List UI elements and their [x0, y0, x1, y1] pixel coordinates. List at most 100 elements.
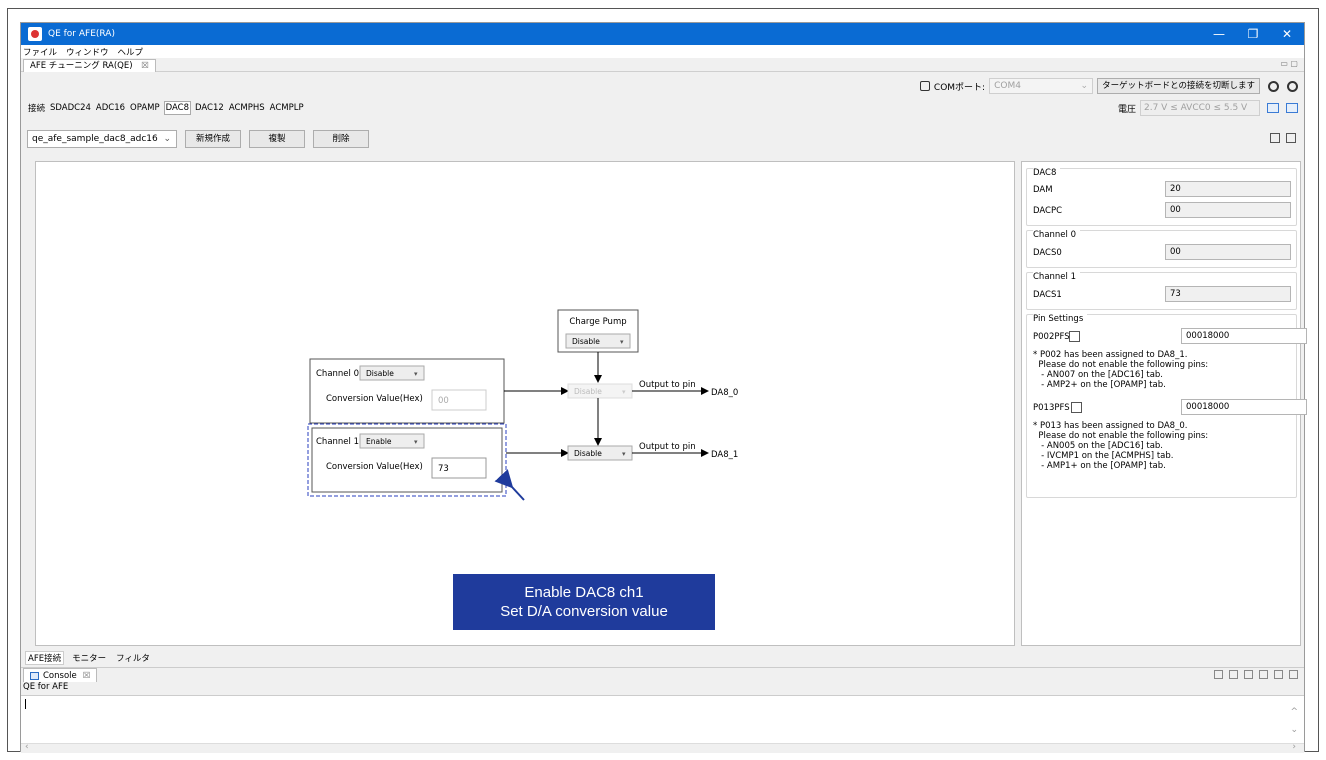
p013pfs-checkbox[interactable]	[1071, 402, 1082, 413]
channel0-output-label: Output to pin	[639, 380, 696, 390]
chevron-down-icon: ▾	[622, 388, 626, 396]
new-button[interactable]: 新規作成	[185, 130, 241, 148]
tab-acmphs[interactable]: ACMPHS	[228, 102, 266, 114]
charge-pump-select[interactable]: Disable ▾	[565, 333, 631, 349]
console-tab-bar: Console ☒	[21, 667, 1304, 682]
channel0-group: Channel 0 DACS0 00	[1026, 230, 1297, 268]
console-tab-label: Console	[43, 670, 77, 681]
console-output[interactable]	[21, 695, 1304, 745]
channel1-conversion-label: Conversion Value(Hex)	[326, 462, 423, 472]
chevron-down-icon: ⌄	[1080, 81, 1089, 91]
tab-acmplp[interactable]: ACMPLP	[269, 102, 305, 114]
tab-dac12[interactable]: DAC12	[194, 102, 225, 114]
dacs1-field[interactable]: 73	[1165, 286, 1291, 302]
com-port-value: COM4	[994, 81, 1021, 91]
clear-console-icon[interactable]	[1214, 670, 1223, 679]
app-icon	[28, 27, 42, 41]
p013pfs-field[interactable]: 00018000	[1181, 399, 1307, 415]
menu-bar: ファイル ウィンドウ ヘルプ	[21, 45, 1304, 58]
chevron-down-icon: ▾	[620, 338, 624, 346]
view-tab-label: AFE チューニング RA(QE)	[30, 61, 133, 71]
channel1-conversion-input[interactable]: 73	[431, 457, 487, 479]
tab-sdadc24[interactable]: SDADC24	[49, 102, 92, 114]
dacpc-field[interactable]: 00	[1165, 202, 1291, 218]
channel1-mode-select[interactable]: Enable ▾	[359, 433, 425, 449]
p002pfs-field[interactable]: 00018000	[1181, 328, 1307, 344]
dam-field[interactable]: 20	[1165, 181, 1291, 197]
channel0-mux-value: Disable	[574, 387, 602, 396]
window-controls: — ❐ ✕	[1202, 23, 1304, 45]
menu-file[interactable]: ファイル	[23, 46, 57, 58]
close-icon[interactable]: ☒	[83, 670, 91, 682]
chevron-down-icon: ▾	[622, 450, 626, 458]
afe-tuning-view: COMポート: COM4 ⌄ ターゲットボードとの接続を切断します 接続 SDA…	[21, 72, 1307, 647]
channel1-mux-select[interactable]: Disable ▾	[567, 445, 633, 461]
display-selected-console-icon[interactable]	[1259, 670, 1268, 679]
horizontal-scrollbar[interactable]: ‹ ›	[21, 742, 1304, 753]
scroll-down-icon[interactable]: ⌄	[1290, 725, 1298, 735]
callout-line2: Set D/A conversion value	[500, 603, 668, 620]
com-port-row: COMポート: COM4 ⌄ ターゲットボードとの接続を切断します	[919, 78, 1298, 94]
menu-help[interactable]: ヘルプ	[118, 46, 144, 58]
p002pfs-checkbox[interactable]	[1069, 331, 1080, 342]
dacs0-field[interactable]: 00	[1165, 244, 1291, 260]
expand-icon[interactable]	[1270, 133, 1280, 143]
export-icon[interactable]	[1286, 103, 1298, 113]
close-button[interactable]: ✕	[1270, 23, 1304, 45]
tab-afe-connect[interactable]: AFE接続	[25, 651, 65, 665]
menu-window[interactable]: ウィンドウ	[66, 46, 109, 58]
channel1-block: Channel 1 Enable ▾ Conversion Value(Hex)…	[307, 423, 507, 497]
tab-monitor[interactable]: モニター	[70, 652, 108, 664]
help-icon[interactable]	[1287, 80, 1298, 92]
scroll-right-icon[interactable]: ›	[1292, 742, 1296, 752]
new-console-icon[interactable]	[1289, 670, 1298, 679]
window-title: QE for AFE(RA)	[48, 29, 115, 39]
channel0-conversion-input[interactable]: 00	[431, 389, 487, 411]
close-icon[interactable]: ☒	[141, 61, 149, 71]
com-port-select[interactable]: COM4 ⌄	[989, 78, 1094, 94]
console-name: QE for AFE	[23, 682, 69, 692]
collapse-icon[interactable]	[1286, 133, 1296, 143]
voltage-row: 電圧 2.7 V ≤ AVCC0 ≤ 5.5 V	[1118, 100, 1298, 116]
open-console-icon[interactable]	[1274, 670, 1283, 679]
channel0-mode-value: Disable	[366, 369, 394, 378]
dacs0-label: DACS0	[1033, 248, 1062, 258]
p013-note: * P013 has been assigned to DA8_0. Pleas…	[1033, 421, 1209, 471]
console-tab[interactable]: Console ☒	[23, 668, 98, 682]
dacpc-label: DACPC	[1033, 206, 1063, 216]
pin-console-icon[interactable]	[1244, 670, 1253, 679]
disconnect-button[interactable]: ターゲットボードとの接続を切断します	[1097, 78, 1260, 94]
channel0-label: Channel 0	[316, 369, 359, 379]
peripheral-tabs: 接続 SDADC24 ADC16 OPAMP DAC8 DAC12 ACMPHS…	[27, 100, 308, 116]
tab-adc16[interactable]: ADC16	[95, 102, 126, 114]
scroll-up-icon[interactable]: ^	[1290, 707, 1298, 717]
text-caret	[25, 699, 26, 709]
tab-opamp[interactable]: OPAMP	[129, 102, 161, 114]
view-tab-bar: AFE チューニング RA(QE) ☒ ▭ ▢	[21, 58, 1304, 72]
scroll-lock-icon[interactable]	[1229, 670, 1238, 679]
restore-button[interactable]: ❐	[1236, 23, 1270, 45]
channel0-mux-select[interactable]: Disable ▾	[567, 383, 633, 399]
tab-filter[interactable]: フィルタ	[114, 652, 152, 664]
channel0-mode-select[interactable]: Disable ▾	[359, 365, 425, 381]
channel1-mode-value: Enable	[366, 437, 392, 446]
sample-select[interactable]: qe_afe_sample_dac8_adc16 ⌄	[27, 130, 177, 148]
settings-icon[interactable]	[1268, 80, 1279, 92]
import-icon[interactable]	[1267, 103, 1279, 113]
channel1-group-title: Channel 1	[1033, 272, 1081, 282]
callout-arrow	[494, 469, 525, 501]
delete-button[interactable]: 削除	[313, 130, 369, 148]
voltage-select[interactable]: 2.7 V ≤ AVCC0 ≤ 5.5 V	[1140, 100, 1260, 116]
console-icon	[30, 671, 39, 680]
minimize-maximize-icon[interactable]: ▭ ▢	[1280, 59, 1298, 68]
sample-row: qe_afe_sample_dac8_adc16 ⌄ 新規作成 複製 削除	[27, 130, 369, 148]
tab-connect[interactable]: 接続	[27, 101, 46, 115]
voltage-value: 2.7 V ≤ AVCC0 ≤ 5.5 V	[1144, 103, 1248, 113]
channel0-group-title: Channel 0	[1033, 230, 1081, 240]
view-tab-afe-tuning[interactable]: AFE チューニング RA(QE) ☒	[23, 59, 156, 72]
p013pfs-label: P013PFS	[1033, 403, 1070, 413]
scroll-left-icon[interactable]: ‹	[25, 742, 29, 752]
minimize-button[interactable]: —	[1202, 23, 1236, 45]
tab-dac8[interactable]: DAC8	[163, 101, 191, 115]
copy-button[interactable]: 複製	[249, 130, 305, 148]
